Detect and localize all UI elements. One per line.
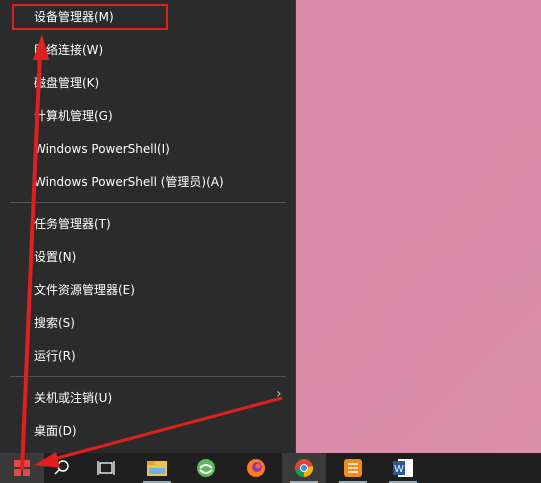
arrow-from-shutdown: [34, 396, 283, 468]
arrow-to-device-manager: [20, 34, 49, 471]
annotation-arrows: [20, 34, 283, 471]
